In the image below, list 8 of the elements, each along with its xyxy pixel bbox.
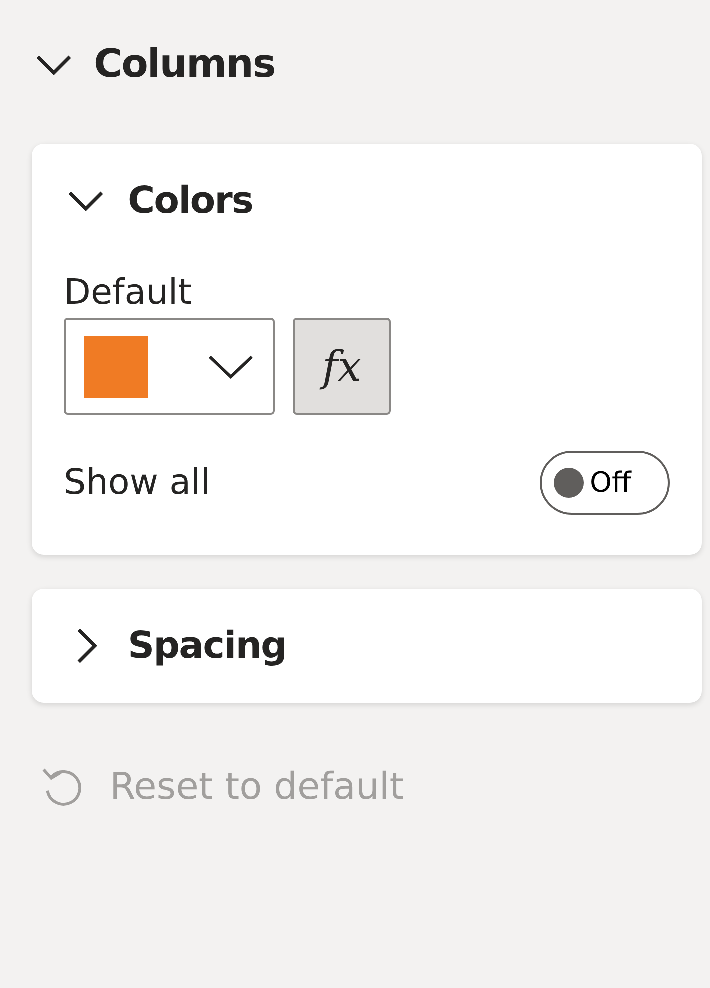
field-label: Default [64, 272, 193, 314]
color-picker[interactable] [64, 318, 275, 415]
section-title[interactable]: Columns [94, 36, 276, 94]
card-title[interactable]: Colors [128, 173, 253, 229]
toggle-label: Show all [64, 462, 210, 505]
toggle-switch[interactable]: Off [540, 451, 670, 515]
fx-button[interactable]: fx [293, 318, 391, 415]
card-title[interactable]: Spacing [128, 618, 287, 674]
